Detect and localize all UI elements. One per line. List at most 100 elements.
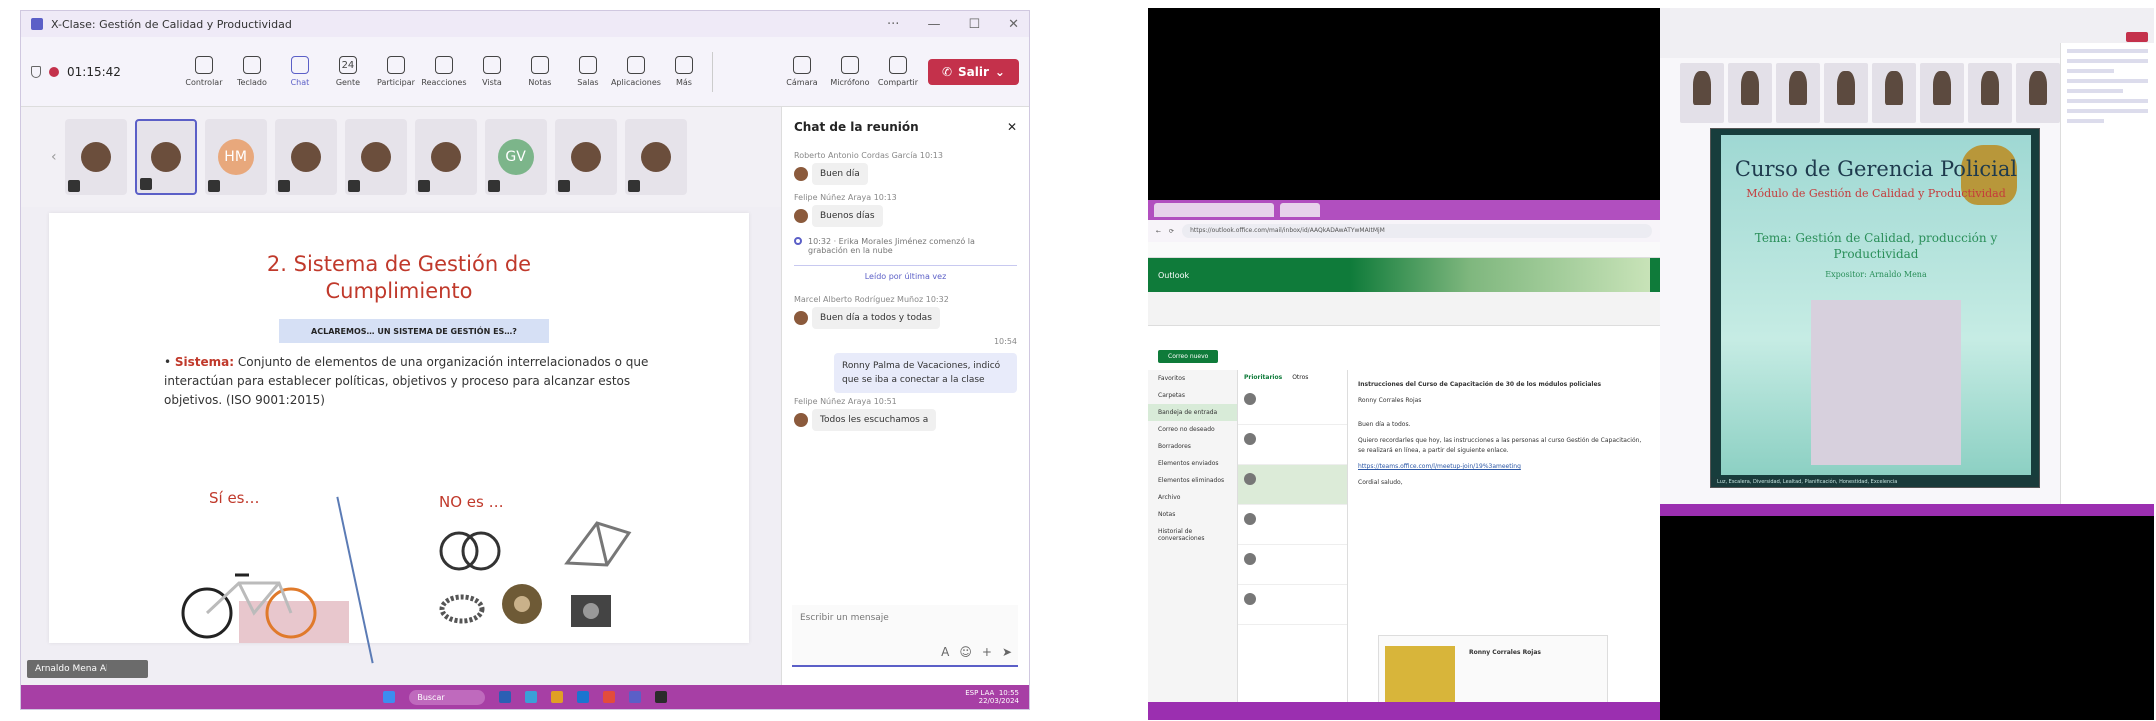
chat-composer[interactable]: Escribir un mensaje A ☺ + ➤ [792, 605, 1018, 667]
dual-screenshot-canvas: X-Clase: Gestión de Calidad y Productivi… [0, 0, 2156, 721]
minimize-icon[interactable]: — [927, 17, 940, 32]
participant-tile[interactable] [624, 119, 687, 195]
folder-item[interactable]: Bandeja de entrada [1148, 404, 1237, 421]
my-message-time: 10:54 [993, 337, 1017, 346]
tool-chat[interactable]: Chat [278, 56, 322, 87]
more-options-icon[interactable]: ··· [887, 17, 899, 32]
participant-tile[interactable] [414, 119, 477, 195]
tool-view[interactable]: Vista [470, 56, 514, 87]
refresh-icon[interactable]: ⟳ [1169, 228, 1174, 235]
tray-lang: ESP LAA [965, 689, 995, 697]
sender-avatar [794, 208, 808, 223]
message-item[interactable] [1238, 545, 1347, 585]
tool-keyboard[interactable]: Teclado [230, 56, 274, 87]
participant-tile[interactable]: HM [204, 119, 267, 195]
edge-icon[interactable] [524, 691, 537, 703]
folder-pane: Favoritos Carpetas Bandeja de entrada Corre… [1148, 370, 1238, 720]
tool-rooms[interactable]: Salas [566, 56, 610, 87]
tool-hand[interactable]: Participar [374, 56, 418, 87]
message-bubble: Todos les escuchamos a [812, 409, 937, 431]
leave-button-small[interactable] [2126, 32, 2148, 42]
cassette-image [502, 584, 542, 624]
app-icon[interactable] [654, 691, 667, 703]
teams-meeting-window: X-Clase: Gestión de Calidad y Productivi… [20, 10, 1030, 710]
message-item[interactable] [1238, 385, 1347, 425]
chrome-icon[interactable] [602, 691, 615, 703]
folder-item[interactable]: Elementos enviados [1148, 455, 1237, 472]
chat-header: Chat de la reunión ✕ [782, 107, 1029, 147]
slide-question-box: ACLAREMOS… UN SISTEMA DE GESTIÓN ES…? [279, 319, 549, 343]
leave-button[interactable]: ✆ Salir ⌄ [927, 58, 1019, 85]
chat-close-icon[interactable]: ✕ [1007, 120, 1017, 134]
people-icon: 24 [338, 56, 357, 74]
attach-icon[interactable]: + [982, 645, 992, 659]
folder-item[interactable]: Correo no deseado [1148, 421, 1237, 438]
mic-icon [840, 56, 859, 74]
chevron-down-icon[interactable]: ⌄ [995, 65, 1005, 79]
participant-avatar [150, 142, 181, 172]
participant-tile[interactable] [344, 119, 407, 195]
back-icon[interactable]: ← [1156, 228, 1161, 235]
recording-icon [49, 66, 59, 77]
message-item[interactable] [1238, 505, 1347, 545]
tool-people[interactable]: 24 Gente [326, 56, 370, 87]
tool-share[interactable]: Compartir [876, 56, 920, 87]
multitask-photo [1811, 300, 1961, 465]
muted-mic-icon [67, 180, 80, 192]
strip-prev-icon[interactable]: ‹ [51, 149, 57, 165]
participant-tile[interactable] [554, 119, 617, 195]
tool-label: Reacciones [421, 78, 467, 87]
tool-control[interactable]: Controlar [182, 56, 226, 87]
address-bar[interactable]: https://outlook.office.com/mail/inbox/id… [1182, 224, 1652, 238]
email-link[interactable]: https://teams.office.com/l/meetup-join/1… [1358, 462, 1650, 472]
muted-mic-icon [207, 180, 220, 192]
maximize-icon[interactable]: ☐ [968, 17, 980, 32]
emoji-icon[interactable]: ☺ [959, 645, 972, 659]
folder-item[interactable]: Notas [1148, 506, 1237, 523]
timer-text: 01:15:42 [67, 64, 121, 79]
message-item[interactable] [1238, 585, 1347, 625]
outlook-icon[interactable] [576, 691, 589, 703]
participant-tile[interactable]: GV [484, 119, 547, 195]
participant-tile[interactable] [274, 119, 337, 195]
folder-item[interactable]: Elementos eliminados [1148, 472, 1237, 489]
taskbar-search[interactable]: Buscar [409, 689, 485, 705]
participant-avatar [290, 142, 321, 172]
tool-camera[interactable]: Cámara [780, 56, 824, 87]
chat-message: Felipe Núñez Araya 10:51 Todos les escuch… [782, 393, 1029, 435]
start-icon[interactable] [383, 691, 396, 703]
tool-more[interactable]: Más [662, 56, 706, 87]
tab-other[interactable]: Otros [1292, 374, 1308, 381]
browser-tab-2[interactable] [1280, 203, 1320, 217]
folder-item[interactable]: Borradores [1148, 438, 1237, 455]
folder-item[interactable]: Archivo [1148, 489, 1237, 506]
folder-item[interactable]: Historial de conversaciones [1148, 523, 1237, 547]
folder-item[interactable]: Carpetas [1148, 387, 1237, 404]
tool-label: Gente [335, 78, 361, 87]
tool-smile[interactable]: Reacciones [421, 56, 467, 87]
folder-item[interactable]: Favoritos [1148, 370, 1237, 387]
tool-notes[interactable]: Notas [518, 56, 562, 87]
send-icon[interactable]: ➤ [1002, 645, 1012, 659]
message-bubble: Buen día a todos y todas [812, 307, 940, 329]
participant-tile[interactable] [64, 119, 127, 195]
message-item-selected[interactable] [1238, 465, 1347, 505]
tool-label: Chat [290, 78, 310, 87]
new-mail-button[interactable]: Correo nuevo [1158, 350, 1219, 363]
message-item[interactable] [1238, 425, 1347, 465]
teams-taskbar-icon[interactable] [628, 691, 641, 703]
muted-mic-icon [417, 180, 430, 192]
tab-focused[interactable]: Prioritarios [1244, 374, 1282, 381]
format-icon[interactable]: A [941, 645, 949, 659]
tool-mic[interactable]: Micrófono [828, 56, 872, 87]
email-subject: Instrucciones del Curso de Capacitación … [1358, 381, 1602, 388]
tool-apps[interactable]: Aplicaciones [611, 56, 661, 87]
participant-avatar [80, 142, 111, 172]
close-icon[interactable]: ✕ [1008, 17, 1019, 32]
explorer-icon[interactable] [550, 691, 563, 703]
participant-tile[interactable] [134, 119, 197, 195]
taskview-icon[interactable] [498, 691, 511, 703]
browser-tab[interactable] [1154, 203, 1274, 217]
muted-mic-icon [487, 180, 500, 192]
participant-initials: HM [217, 139, 254, 175]
